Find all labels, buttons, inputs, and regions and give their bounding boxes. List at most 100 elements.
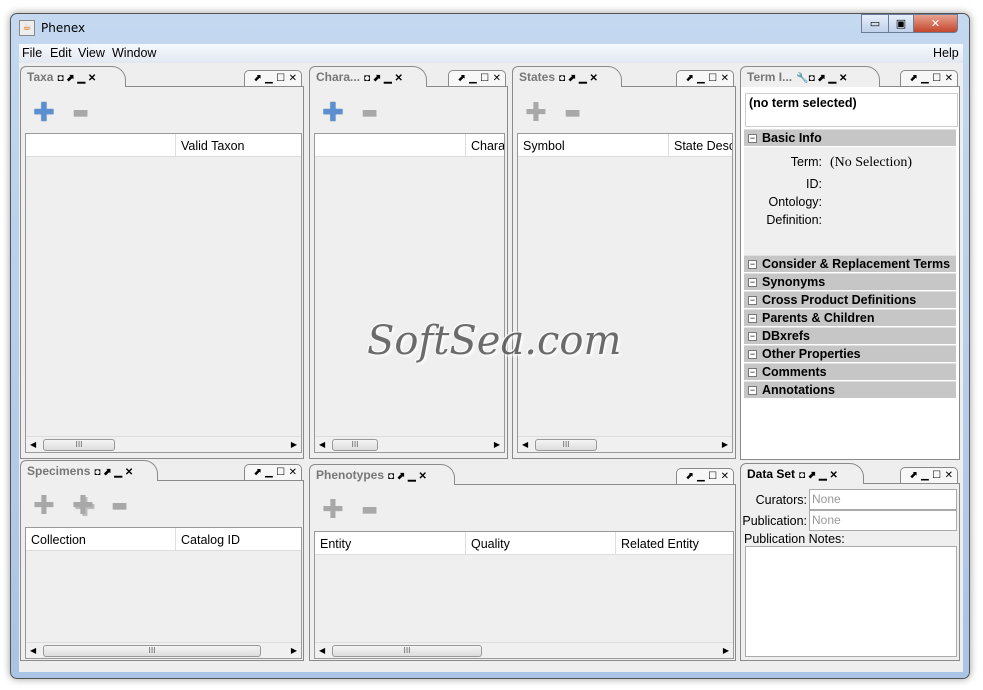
scroll-right-icon[interactable]: ▶	[722, 440, 728, 449]
column-header-collection[interactable]: Collection	[26, 528, 175, 551]
collapse-icon[interactable]: −	[748, 386, 757, 395]
column-header-valid-taxon[interactable]: Valid Taxon	[175, 134, 301, 157]
panel-controls[interactable]: ⬈ ▁ ☐ ✕	[676, 70, 734, 87]
tab-action-icons[interactable]: ◘ ⬈ ▁ ✕	[94, 467, 133, 478]
phenotypes-tab[interactable]: Phenotypes ◘ ⬈ ▁ ✕	[309, 464, 455, 485]
column-header-entity[interactable]: Entity	[315, 532, 465, 555]
remove-phenotype-button[interactable]: ▬	[361, 497, 378, 523]
close-button[interactable]: ✕	[913, 14, 958, 33]
tab-label: Specimens	[27, 464, 91, 478]
publication-notes-textarea[interactable]	[745, 546, 957, 657]
column-header-state-description[interactable]: State Desc	[668, 134, 732, 157]
menu-help[interactable]: Help	[933, 46, 959, 60]
section-cross-product-definitions[interactable]: − Cross Product Definitions	[744, 291, 956, 308]
section-comments[interactable]: − Comments	[744, 363, 956, 380]
collapse-icon[interactable]: −	[748, 332, 757, 341]
scroll-right-icon[interactable]: ▶	[494, 440, 500, 449]
panel-controls[interactable]: ⬈ ▁ ☐ ✕	[244, 464, 302, 481]
collapse-icon[interactable]: −	[748, 368, 757, 377]
tab-action-icons[interactable]: ◘ ⬈ ▁ ✕	[559, 73, 598, 84]
scroll-right-icon[interactable]: ▶	[723, 646, 729, 655]
column-header-related-entity[interactable]: Related Entity	[615, 532, 733, 555]
term-info-tab[interactable]: Term I... 🔧◘ ⬈ ▁ ✕	[740, 66, 880, 87]
minimize-button[interactable]: ▭	[861, 14, 889, 33]
publication-label: Publication:	[742, 514, 807, 528]
column-header[interactable]	[26, 134, 175, 157]
add-multiple-specimens-button[interactable]: ✚	[72, 493, 94, 519]
curators-field[interactable]: None	[809, 489, 957, 510]
scroll-thumb[interactable]: III	[43, 439, 115, 451]
data-set-panel: Data Set ◘ ⬈ ▁ ✕ ⬈ ▁ ☐ ✕ Curators: None P…	[740, 463, 960, 661]
add-character-button[interactable]: ✚	[322, 100, 344, 126]
scroll-left-icon[interactable]: ◀	[319, 646, 325, 655]
panel-controls[interactable]: ⬈ ▁ ☐ ✕	[448, 70, 506, 87]
restore-button[interactable]: ▣	[888, 14, 914, 33]
specimens-tab[interactable]: Specimens ◘ ⬈ ▁ ✕	[20, 460, 158, 481]
states-tab[interactable]: States ◘ ⬈ ▁ ✕	[512, 66, 622, 87]
collapse-icon[interactable]: −	[748, 134, 757, 143]
remove-taxon-button[interactable]: ▬	[72, 100, 89, 126]
tab-action-icons[interactable]: ◘ ⬈ ▁ ✕	[799, 470, 838, 481]
column-header-catalog-id[interactable]: Catalog ID	[175, 528, 301, 551]
tab-label: Taxa	[27, 70, 54, 84]
remove-character-button[interactable]: ▬	[361, 100, 378, 126]
column-header-symbol[interactable]: Symbol	[518, 134, 668, 157]
scroll-right-icon[interactable]: ▶	[291, 646, 297, 655]
panel-controls[interactable]: ⬈ ▁ ☐ ✕	[244, 70, 302, 87]
tab-action-icons[interactable]: ◘ ⬈ ▁ ✕	[364, 73, 403, 84]
section-other-properties[interactable]: − Other Properties	[744, 345, 956, 362]
section-basic-info[interactable]: − Basic Info	[744, 129, 956, 146]
add-state-button[interactable]: ✚	[525, 100, 547, 126]
selected-term: (no term selected)	[745, 93, 958, 127]
section-parents-children[interactable]: − Parents & Children	[744, 309, 956, 326]
collapse-icon[interactable]: −	[748, 314, 757, 323]
scroll-right-icon[interactable]: ▶	[291, 440, 297, 449]
scroll-left-icon[interactable]: ◀	[319, 440, 325, 449]
scroll-left-icon[interactable]: ◀	[30, 440, 36, 449]
column-header-character[interactable]: Chara	[465, 134, 504, 157]
menu-file[interactable]: File	[22, 46, 42, 60]
add-taxon-button[interactable]: ✚	[33, 100, 55, 126]
publication-field[interactable]: None	[809, 510, 957, 531]
column-header-quality[interactable]: Quality	[465, 532, 615, 555]
characters-tab[interactable]: Chara... ◘ ⬈ ▁ ✕	[309, 66, 427, 87]
scroll-thumb[interactable]: III	[43, 645, 261, 657]
definition-label: Definition:	[766, 213, 822, 227]
scroll-left-icon[interactable]: ◀	[30, 646, 36, 655]
panel-controls[interactable]: ⬈ ▁ ☐ ✕	[676, 468, 734, 485]
remove-specimen-button[interactable]: ▬	[111, 493, 128, 519]
panel-controls[interactable]: ⬈ ▁ ☐ ✕	[900, 467, 958, 484]
menu-window[interactable]: Window	[112, 46, 156, 60]
collapse-icon[interactable]: −	[748, 278, 757, 287]
section-synonyms[interactable]: − Synonyms	[744, 273, 956, 290]
collapse-icon[interactable]: −	[748, 260, 757, 269]
add-phenotype-button[interactable]: ✚	[322, 497, 344, 523]
horizontal-scrollbar[interactable]: ◀ III ▶	[518, 436, 732, 452]
section-label: Basic Info	[762, 131, 822, 145]
horizontal-scrollbar[interactable]: ◀ III ▶	[26, 436, 301, 452]
section-dbxrefs[interactable]: − DBxrefs	[744, 327, 956, 344]
collapse-icon[interactable]: −	[748, 350, 757, 359]
scroll-thumb[interactable]: III	[332, 439, 378, 451]
column-header[interactable]	[315, 134, 465, 157]
horizontal-scrollbar[interactable]: ◀ III ▶	[26, 642, 301, 658]
horizontal-scrollbar[interactable]: ◀ III ▶	[315, 642, 733, 658]
section-consider-replacement-terms[interactable]: − Consider & Replacement Terms	[744, 255, 956, 272]
section-label: Comments	[762, 365, 827, 379]
scroll-thumb[interactable]: III	[535, 439, 597, 451]
panel-controls[interactable]: ⬈ ▁ ☐ ✕	[900, 70, 958, 87]
horizontal-scrollbar[interactable]: ◀ III ▶	[315, 436, 504, 452]
add-specimen-button[interactable]: ✚	[33, 493, 55, 519]
scroll-left-icon[interactable]: ◀	[522, 440, 528, 449]
menu-view[interactable]: View	[78, 46, 105, 60]
tab-action-icons[interactable]: ◘ ⬈ ▁ ✕	[57, 73, 96, 84]
taxa-tab[interactable]: Taxa ◘ ⬈ ▁ ✕	[20, 66, 126, 87]
menu-edit[interactable]: Edit	[50, 46, 72, 60]
remove-state-button[interactable]: ▬	[564, 100, 581, 126]
tab-action-icons[interactable]: 🔧◘ ⬈ ▁ ✕	[796, 73, 847, 84]
section-annotations[interactable]: − Annotations	[744, 381, 956, 398]
scroll-thumb[interactable]: III	[332, 645, 482, 657]
data-set-tab[interactable]: Data Set ◘ ⬈ ▁ ✕	[740, 463, 864, 484]
tab-action-icons[interactable]: ◘ ⬈ ▁ ✕	[388, 471, 427, 482]
collapse-icon[interactable]: −	[748, 296, 757, 305]
